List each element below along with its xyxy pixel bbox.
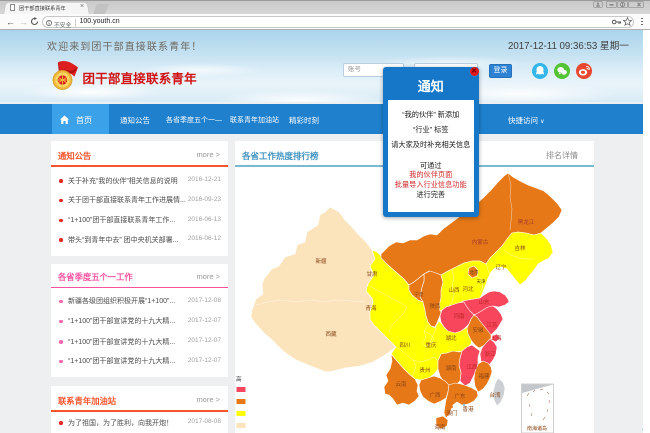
svg-text:西藏: 西藏	[325, 330, 337, 338]
svg-text:广西: 广西	[429, 391, 441, 399]
svg-text:湖北: 湖北	[445, 334, 457, 342]
svg-text:山东: 山东	[478, 298, 490, 306]
svg-text:江西: 江西	[466, 364, 478, 371]
svg-text:浙江: 浙江	[484, 350, 496, 358]
svg-text:陕西: 陕西	[429, 302, 441, 310]
svg-text:新疆: 新疆	[315, 257, 327, 265]
svg-text:云南: 云南	[395, 380, 407, 388]
svg-text:南海诸岛: 南海诸岛	[527, 425, 547, 432]
svg-text:吉林: 吉林	[514, 244, 526, 252]
svg-text:黑龙江: 黑龙江	[518, 218, 535, 226]
svg-text:台湾: 台湾	[489, 391, 501, 399]
svg-text:福建: 福建	[478, 372, 490, 380]
svg-text:甘肃: 甘肃	[366, 270, 378, 278]
svg-text:香港: 香港	[462, 405, 474, 413]
svg-text:河南: 河南	[453, 312, 465, 320]
svg-text:内蒙古: 内蒙古	[472, 238, 489, 246]
svg-text:四川: 四川	[399, 342, 410, 349]
svg-text:江苏: 江苏	[486, 321, 498, 329]
svg-text:山西: 山西	[448, 286, 460, 294]
svg-text:安徽: 安徽	[472, 326, 484, 334]
svg-text:宁夏: 宁夏	[415, 291, 424, 297]
svg-text:海南: 海南	[434, 423, 446, 431]
svg-text:澳门: 澳门	[446, 409, 457, 417]
svg-text:广东: 广东	[454, 392, 466, 400]
svg-text:河北: 河北	[462, 285, 474, 293]
svg-text:青海: 青海	[365, 304, 377, 312]
svg-text:辽宁: 辽宁	[495, 263, 507, 271]
svg-text:湖南: 湖南	[445, 364, 457, 372]
svg-text:重庆: 重庆	[425, 341, 437, 349]
svg-text:高: 高	[236, 375, 242, 383]
svg-text:贵州: 贵州	[419, 366, 430, 374]
svg-text:上海: 上海	[490, 334, 502, 342]
svg-text:天津: 天津	[477, 278, 486, 285]
svg-text:北京: 北京	[470, 269, 479, 276]
